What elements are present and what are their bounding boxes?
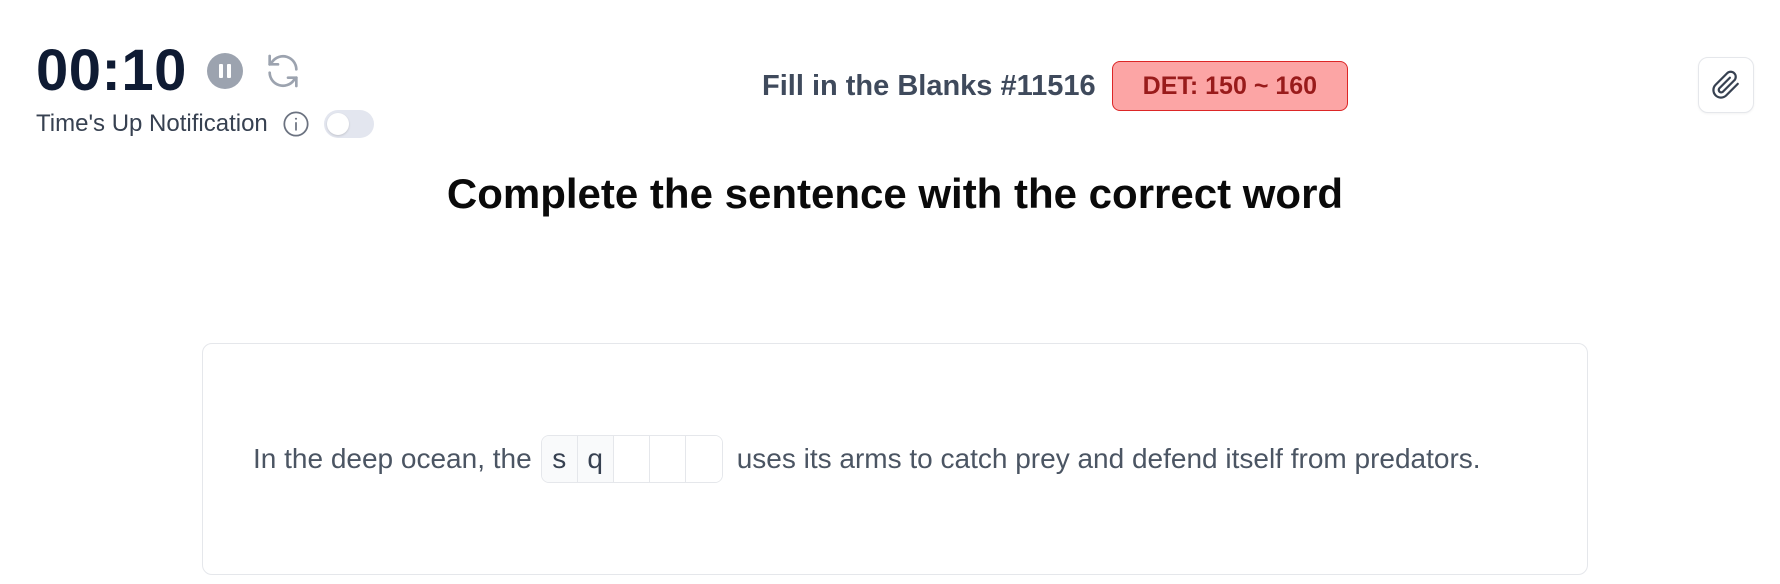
question-heading: Complete the sentence with the correct w…: [446, 170, 1344, 217]
letter-box[interactable]: [685, 436, 722, 482]
info-icon[interactable]: [282, 110, 310, 138]
letter-box[interactable]: q: [577, 436, 614, 482]
notification-label: Time's Up Notification: [36, 110, 268, 137]
attach-button[interactable]: [1698, 57, 1754, 113]
sentence: In the deep ocean, the s q uses its arms…: [253, 435, 1481, 483]
letter-box[interactable]: [649, 436, 686, 482]
notification-toggle[interactable]: [323, 110, 374, 138]
pause-icon-bar: [226, 64, 231, 78]
letter-box[interactable]: s: [541, 436, 578, 482]
timer-panel: 00:10 Time's Up Notification: [36, 36, 374, 138]
reset-button[interactable]: [263, 51, 303, 91]
refresh-icon: [268, 54, 298, 88]
notification-row: Time's Up Notification: [36, 110, 374, 138]
pause-button[interactable]: [206, 53, 243, 89]
letter-box[interactable]: [613, 436, 650, 482]
sentence-after: uses its arms to catch prey and defend i…: [736, 443, 1481, 474]
paperclip-icon: [1712, 70, 1739, 99]
quiz-title: Fill in the Blanks #11516: [762, 69, 1096, 102]
timer-row: 00:10: [36, 36, 374, 106]
det-score-badge: DET: 150 ~ 160: [1111, 61, 1349, 111]
pause-icon: [218, 64, 223, 78]
blank-word: s q: [540, 435, 723, 483]
timer-display: 00:10: [36, 38, 187, 103]
quiz-header: Fill in the Blanks #11516 DET: 150 ~ 160: [762, 61, 1349, 111]
sentence-before: In the deep ocean, the: [253, 443, 532, 474]
question-card: In the deep ocean, the s q uses its arms…: [202, 343, 1588, 575]
toggle-knob: [326, 113, 349, 135]
